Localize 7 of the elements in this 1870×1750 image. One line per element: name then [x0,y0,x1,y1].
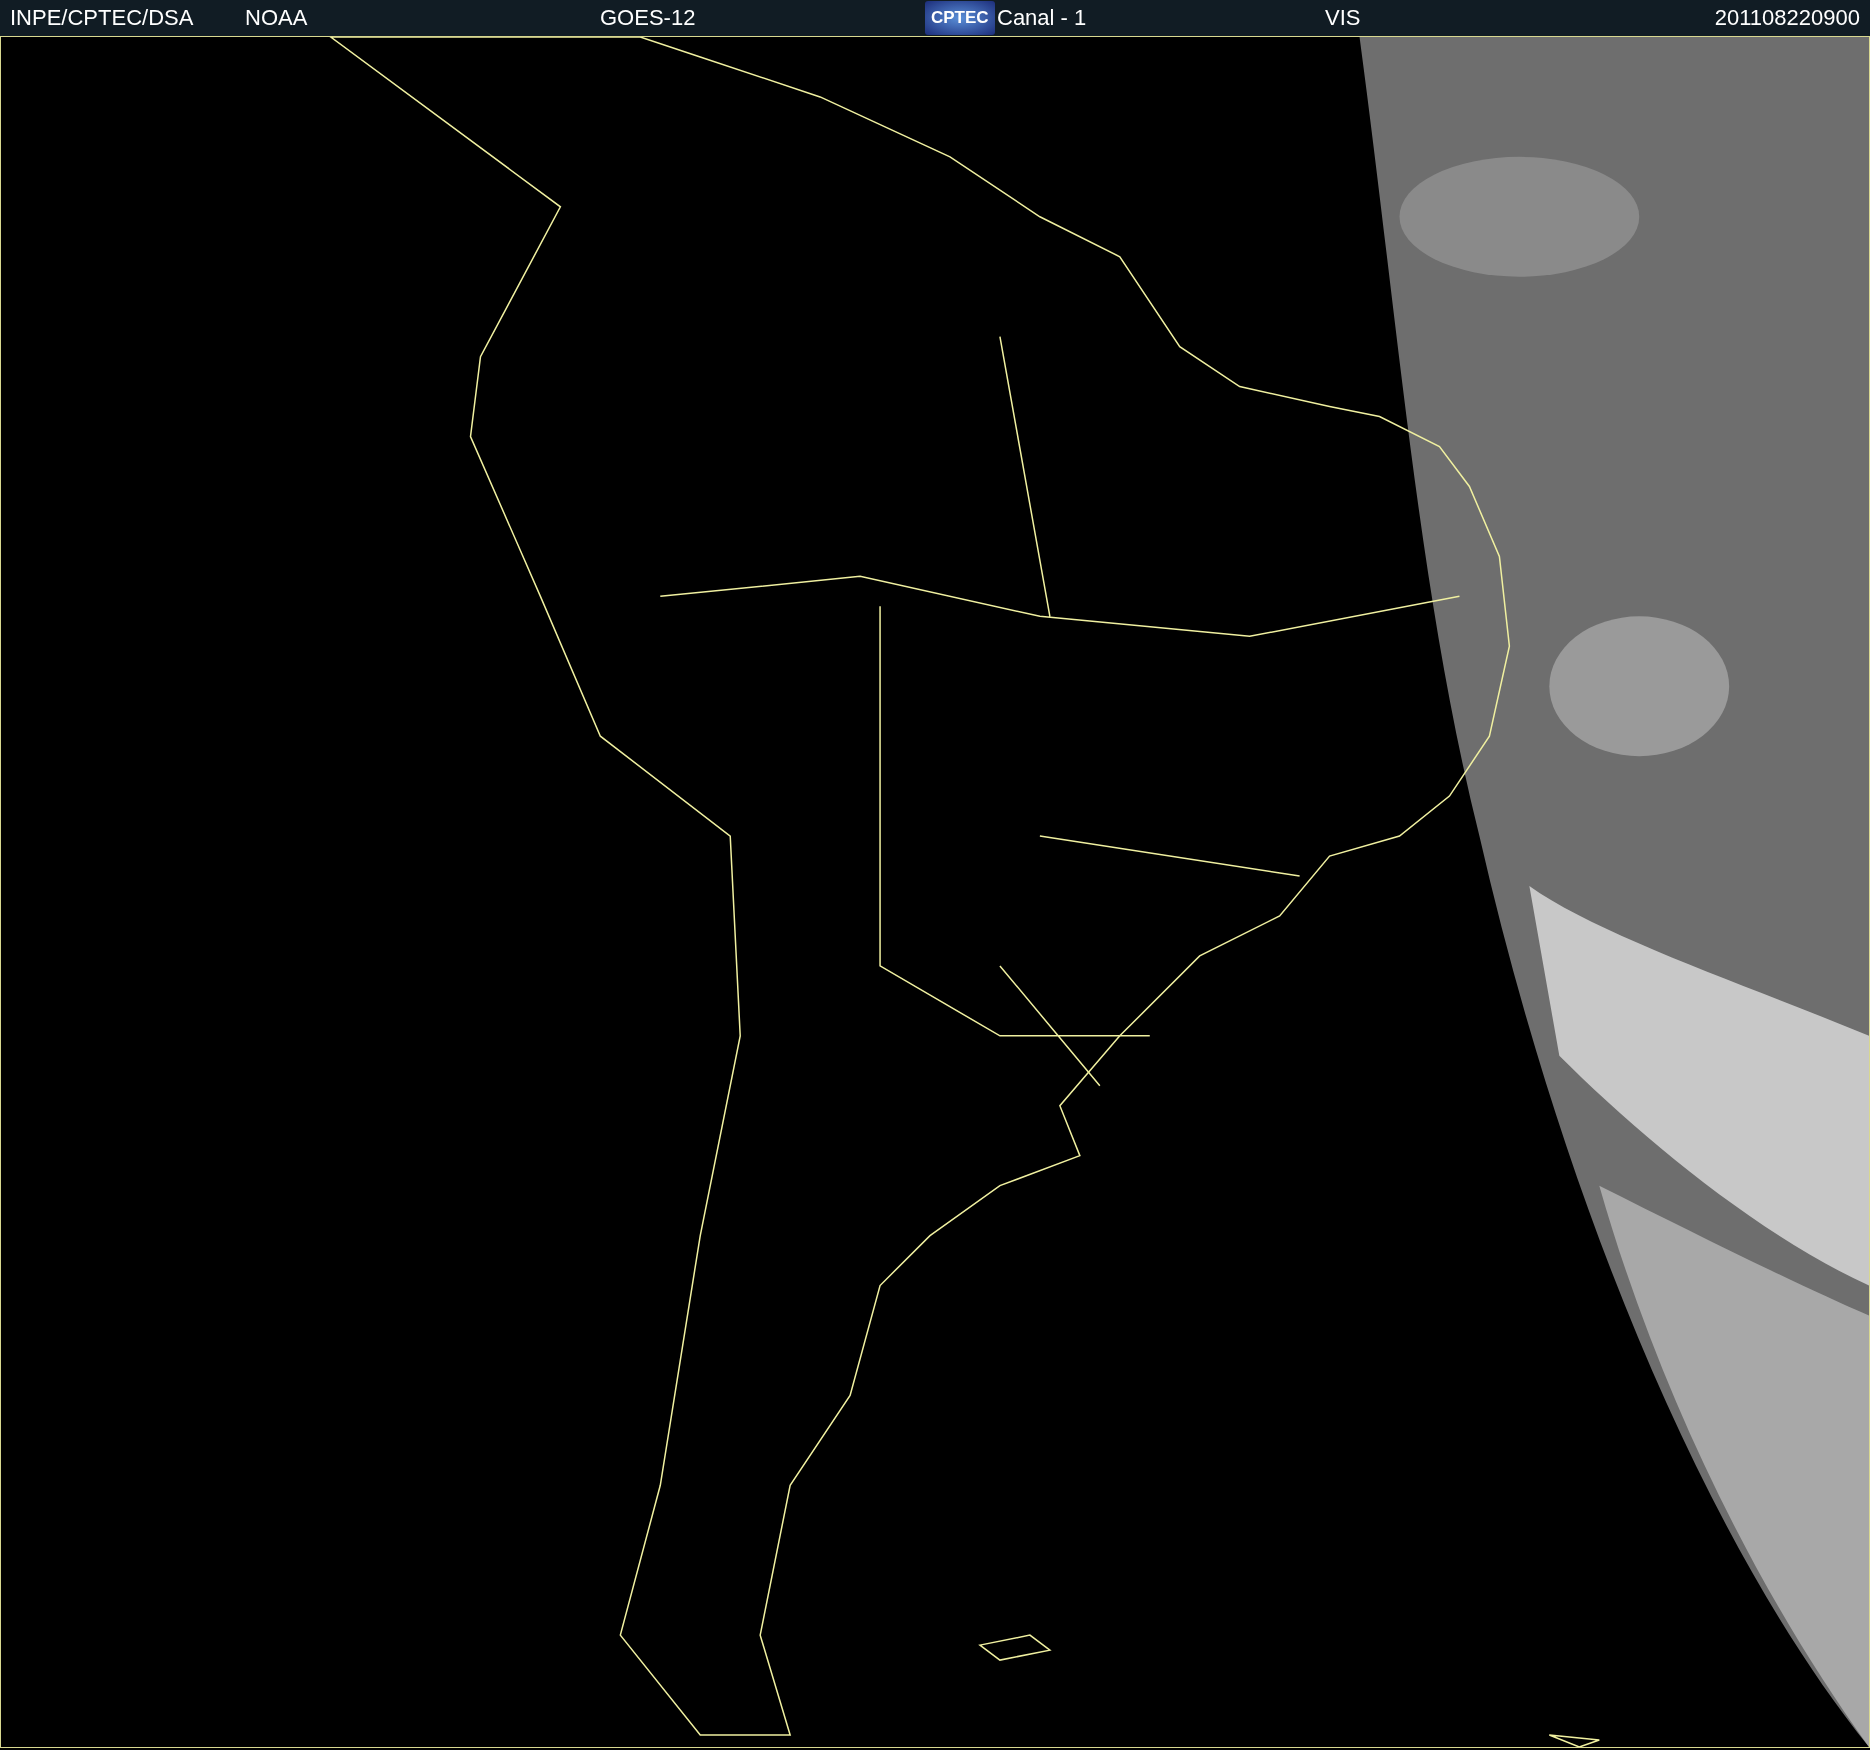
agency-label: NOAA [245,5,308,31]
source-label: INPE/CPTEC/DSA [10,5,194,31]
timestamp-label: 201108220900 [1714,5,1860,31]
band-label: VIS [1325,5,1361,31]
logo: CPTEC [925,1,995,35]
satellite-label: GOES-12 [600,5,696,31]
channel-label: Canal - 1 [997,5,1087,31]
